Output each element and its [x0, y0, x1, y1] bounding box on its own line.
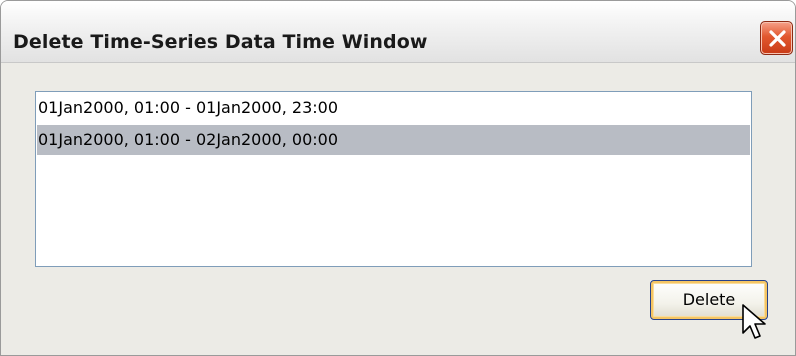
- arrow-cursor-icon: [742, 304, 766, 339]
- close-button[interactable]: [760, 21, 793, 55]
- close-icon: [769, 30, 786, 47]
- dialog-window: Delete Time-Series Data Time Window 01Ja…: [0, 0, 796, 356]
- list-item-label: 01Jan2000, 01:00 - 01Jan2000, 23:00: [38, 98, 338, 117]
- window-title: Delete Time-Series Data Time Window: [13, 31, 428, 53]
- list-item-label: 01Jan2000, 01:00 - 02Jan2000, 00:00: [38, 130, 338, 149]
- list-item[interactable]: 01Jan2000, 01:00 - 01Jan2000, 23:00: [37, 93, 750, 123]
- title-bar[interactable]: Delete Time-Series Data Time Window: [1, 1, 795, 63]
- list-item-selected[interactable]: 01Jan2000, 01:00 - 02Jan2000, 00:00: [37, 125, 750, 155]
- time-window-list[interactable]: 01Jan2000, 01:00 - 01Jan2000, 23:00 01Ja…: [35, 91, 752, 267]
